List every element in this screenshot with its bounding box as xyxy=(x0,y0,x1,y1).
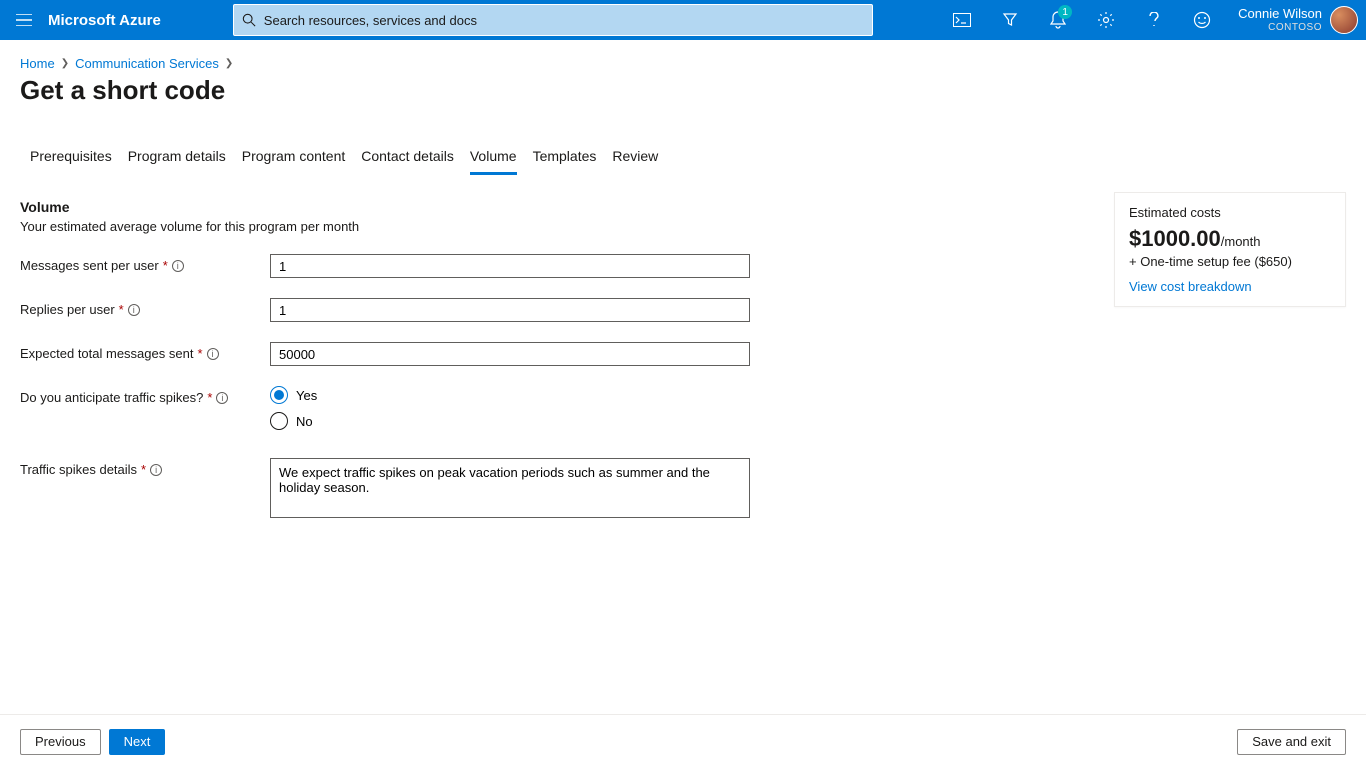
tab-contact-details[interactable]: Contact details xyxy=(361,142,454,175)
settings-button[interactable] xyxy=(1082,0,1130,40)
brand-label: Microsoft Azure xyxy=(48,12,185,29)
hamburger-menu-button[interactable] xyxy=(0,0,48,40)
radio-label-no: No xyxy=(296,414,313,429)
previous-button[interactable]: Previous xyxy=(20,729,101,755)
search-input[interactable] xyxy=(264,13,864,28)
gear-icon xyxy=(1097,11,1115,29)
tab-strip: Prerequisites Program details Program co… xyxy=(20,142,1346,175)
required-marker: * xyxy=(163,258,168,273)
info-icon[interactable]: i xyxy=(207,348,219,360)
label-msgs-per-user: Messages sent per user xyxy=(20,258,159,273)
cost-setup-fee: + One-time setup fee ($650) xyxy=(1129,254,1331,269)
cost-period: /month xyxy=(1221,234,1261,249)
info-icon[interactable]: i xyxy=(172,260,184,272)
info-icon[interactable]: i xyxy=(216,392,228,404)
cost-breakdown-link[interactable]: View cost breakdown xyxy=(1129,279,1331,294)
info-icon[interactable]: i xyxy=(150,464,162,476)
breadcrumb-home[interactable]: Home xyxy=(20,56,55,71)
save-and-exit-button[interactable]: Save and exit xyxy=(1237,729,1346,755)
required-marker: * xyxy=(207,390,212,405)
feedback-button[interactable] xyxy=(1178,0,1226,40)
notifications-button[interactable]: 1 xyxy=(1034,0,1082,40)
page-title: Get a short code xyxy=(20,75,1346,106)
breadcrumb-service[interactable]: Communication Services xyxy=(75,56,219,71)
breadcrumb: Home ❯ Communication Services ❯ xyxy=(20,56,1346,71)
radio-traffic-yes[interactable] xyxy=(270,386,288,404)
avatar xyxy=(1330,6,1358,34)
tab-volume[interactable]: Volume xyxy=(470,142,517,175)
required-marker: * xyxy=(119,302,124,317)
notification-badge: 1 xyxy=(1058,5,1072,19)
label-expected-total: Expected total messages sent xyxy=(20,346,193,361)
footer-bar: Previous Next Save and exit xyxy=(0,714,1366,768)
input-replies-per-user[interactable] xyxy=(270,298,750,322)
required-marker: * xyxy=(197,346,202,361)
help-icon xyxy=(1149,12,1159,28)
required-marker: * xyxy=(141,462,146,477)
label-traffic-spikes: Do you anticipate traffic spikes? xyxy=(20,390,203,405)
input-spikes-details[interactable] xyxy=(270,458,750,518)
help-button[interactable] xyxy=(1130,0,1178,40)
cost-amount: $1000.00 xyxy=(1129,226,1221,251)
input-expected-total[interactable] xyxy=(270,342,750,366)
account-menu[interactable]: Connie Wilson CONTOSO xyxy=(1226,0,1366,40)
hamburger-icon xyxy=(16,14,32,26)
label-replies-per-user: Replies per user xyxy=(20,302,115,317)
cloud-shell-button[interactable] xyxy=(938,0,986,40)
info-icon[interactable]: i xyxy=(128,304,140,316)
cost-heading: Estimated costs xyxy=(1129,205,1331,220)
user-name: Connie Wilson xyxy=(1238,7,1322,21)
input-msgs-per-user[interactable] xyxy=(270,254,750,278)
top-bar: Microsoft Azure 1 Connie Wilson CONTOSO xyxy=(0,0,1366,40)
filter-icon xyxy=(1002,12,1018,28)
tab-program-details[interactable]: Program details xyxy=(128,142,226,175)
search-icon xyxy=(242,13,256,27)
chevron-right-icon: ❯ xyxy=(61,58,69,69)
tenant-name: CONTOSO xyxy=(1238,22,1322,33)
chevron-right-icon: ❯ xyxy=(225,58,233,69)
tab-review[interactable]: Review xyxy=(612,142,658,175)
radio-traffic-no[interactable] xyxy=(270,412,288,430)
directory-filter-button[interactable] xyxy=(986,0,1034,40)
tab-prerequisites[interactable]: Prerequisites xyxy=(30,142,112,175)
cloud-shell-icon xyxy=(953,13,971,27)
tab-templates[interactable]: Templates xyxy=(533,142,597,175)
label-spikes-details: Traffic spikes details xyxy=(20,462,137,477)
topbar-actions: 1 xyxy=(938,0,1226,40)
estimated-costs-card: Estimated costs $1000.00/month + One-tim… xyxy=(1114,192,1346,307)
tab-program-content[interactable]: Program content xyxy=(242,142,346,175)
next-button[interactable]: Next xyxy=(109,729,166,755)
radio-label-yes: Yes xyxy=(296,388,317,403)
global-search[interactable] xyxy=(233,4,873,36)
feedback-icon xyxy=(1193,11,1211,29)
